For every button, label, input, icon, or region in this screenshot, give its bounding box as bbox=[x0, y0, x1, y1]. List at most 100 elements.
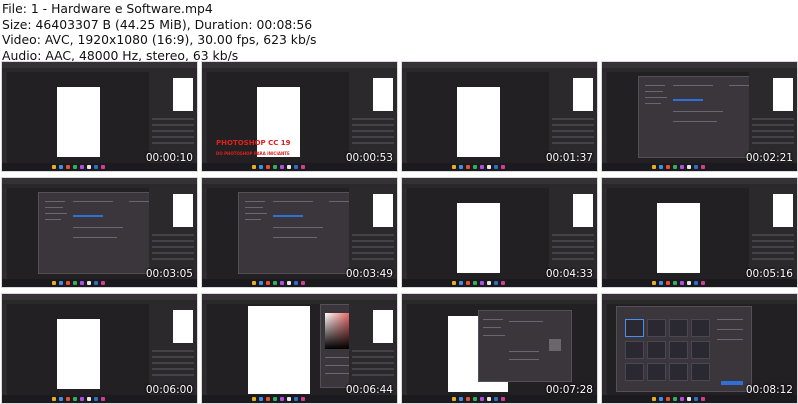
preset-tile[interactable] bbox=[691, 319, 710, 337]
taskbar-app-icon bbox=[301, 397, 305, 401]
taskbar bbox=[402, 395, 597, 403]
taskbar-app-icon bbox=[259, 281, 263, 285]
taskbar-app-icon bbox=[80, 281, 84, 285]
tool-strip bbox=[202, 72, 207, 163]
taskbar bbox=[402, 163, 597, 171]
preset-tile[interactable] bbox=[669, 319, 688, 337]
taskbar-app-icon bbox=[294, 397, 298, 401]
overlay-subtitle: DO PHOTOSHOP PARA INICIANTE bbox=[216, 151, 290, 156]
taskbar-app-icon bbox=[452, 165, 456, 169]
timestamp-label: 00:03:49 bbox=[345, 268, 393, 280]
video-thumbnail[interactable]: 00:06:44 bbox=[201, 293, 398, 404]
preset-tile[interactable] bbox=[647, 363, 666, 381]
video-thumbnail[interactable]: 00:02:21 bbox=[601, 61, 798, 172]
taskbar-app-icon bbox=[494, 281, 498, 285]
new-document-dialog[interactable] bbox=[616, 306, 752, 392]
file-name-line: File: 1 - Hardware e Software.mp4 bbox=[2, 1, 213, 16]
timestamp-label: 00:01:37 bbox=[545, 152, 593, 164]
taskbar-app-icon bbox=[487, 165, 491, 169]
preset-tile[interactable] bbox=[625, 363, 644, 381]
preset-tile[interactable] bbox=[647, 319, 666, 337]
video-thumbnail[interactable]: PHOTOSHOP CC 19 DO PHOTOSHOP PARA INICIAN… bbox=[201, 61, 398, 172]
taskbar-app-icon bbox=[480, 281, 484, 285]
taskbar-app-icon bbox=[59, 397, 63, 401]
preset-tile[interactable] bbox=[669, 341, 688, 359]
taskbar-app-icon bbox=[87, 165, 91, 169]
taskbar bbox=[202, 279, 397, 287]
video-thumbnail[interactable]: 00:03:49 bbox=[201, 177, 398, 288]
preferences-dialog[interactable] bbox=[638, 76, 762, 158]
taskbar-app-icon bbox=[480, 165, 484, 169]
navigator-preview bbox=[773, 78, 793, 111]
video-thumbnail[interactable]: 00:08:12 bbox=[601, 293, 798, 404]
taskbar-app-icon bbox=[59, 281, 63, 285]
taskbar-app-icon bbox=[673, 165, 677, 169]
taskbar-app-icon bbox=[266, 281, 270, 285]
taskbar-app-icon bbox=[73, 281, 77, 285]
video-thumbnail[interactable]: 00:00:10 bbox=[1, 61, 198, 172]
taskbar-app-icon bbox=[652, 397, 656, 401]
taskbar-app-icon bbox=[52, 281, 56, 285]
taskbar bbox=[202, 163, 397, 171]
taskbar-app-icon bbox=[701, 281, 705, 285]
preset-tile[interactable] bbox=[691, 341, 710, 359]
navigator-preview bbox=[773, 194, 793, 227]
taskbar-app-icon bbox=[487, 397, 491, 401]
taskbar-app-icon bbox=[459, 397, 463, 401]
options-bar bbox=[602, 300, 797, 304]
video-thumbnail[interactable]: 00:05:16 bbox=[601, 177, 798, 288]
tool-strip bbox=[202, 188, 207, 279]
taskbar-app-icon bbox=[659, 281, 663, 285]
taskbar-app-icon bbox=[652, 165, 656, 169]
preferences-dialog[interactable] bbox=[38, 192, 162, 274]
document-canvas bbox=[248, 306, 310, 394]
video-thumbnail[interactable]: 00:01:37 bbox=[401, 61, 598, 172]
taskbar-app-icon bbox=[701, 397, 705, 401]
taskbar-app-icon bbox=[59, 165, 63, 169]
taskbar-app-icon bbox=[673, 281, 677, 285]
document-canvas bbox=[657, 203, 700, 273]
preferences-dialog[interactable] bbox=[238, 192, 362, 274]
taskbar-app-icon bbox=[680, 397, 684, 401]
taskbar-app-icon bbox=[487, 281, 491, 285]
tool-strip bbox=[602, 72, 607, 163]
preset-tile[interactable] bbox=[691, 363, 710, 381]
video-thumbnail[interactable]: 00:07:28 bbox=[401, 293, 598, 404]
taskbar bbox=[602, 395, 797, 403]
taskbar-app-icon bbox=[687, 397, 691, 401]
preset-tile[interactable] bbox=[625, 319, 644, 337]
taskbar-app-icon bbox=[280, 281, 284, 285]
tool-strip bbox=[602, 188, 607, 279]
taskbar-app-icon bbox=[280, 397, 284, 401]
taskbar-app-icon bbox=[87, 281, 91, 285]
taskbar-app-icon bbox=[52, 165, 56, 169]
taskbar bbox=[2, 163, 197, 171]
taskbar-app-icon bbox=[680, 281, 684, 285]
timestamp-label: 00:03:05 bbox=[145, 268, 193, 280]
taskbar-app-icon bbox=[273, 397, 277, 401]
preset-tile[interactable] bbox=[625, 341, 644, 359]
timestamp-label: 00:08:12 bbox=[745, 384, 793, 396]
taskbar bbox=[2, 395, 197, 403]
taskbar-app-icon bbox=[694, 281, 698, 285]
taskbar-app-icon bbox=[666, 165, 670, 169]
preset-tile[interactable] bbox=[647, 341, 666, 359]
taskbar-app-icon bbox=[80, 165, 84, 169]
taskbar-app-icon bbox=[52, 397, 56, 401]
timestamp-label: 00:00:10 bbox=[145, 152, 193, 164]
video-thumbnail[interactable]: 00:04:33 bbox=[401, 177, 598, 288]
taskbar-app-icon bbox=[494, 165, 498, 169]
side-panel bbox=[749, 188, 797, 279]
taskbar-app-icon bbox=[473, 281, 477, 285]
layer-style-dialog[interactable] bbox=[478, 310, 572, 382]
preset-tile[interactable] bbox=[669, 363, 688, 381]
video-thumbnail[interactable]: 00:03:05 bbox=[1, 177, 198, 288]
side-panel bbox=[549, 188, 597, 279]
video-thumbnail[interactable]: 00:06:00 bbox=[1, 293, 198, 404]
taskbar-app-icon bbox=[259, 165, 263, 169]
taskbar-app-icon bbox=[294, 281, 298, 285]
taskbar-app-icon bbox=[252, 281, 256, 285]
taskbar-app-icon bbox=[273, 281, 277, 285]
navigator-preview bbox=[173, 194, 193, 227]
tool-strip bbox=[602, 304, 607, 395]
